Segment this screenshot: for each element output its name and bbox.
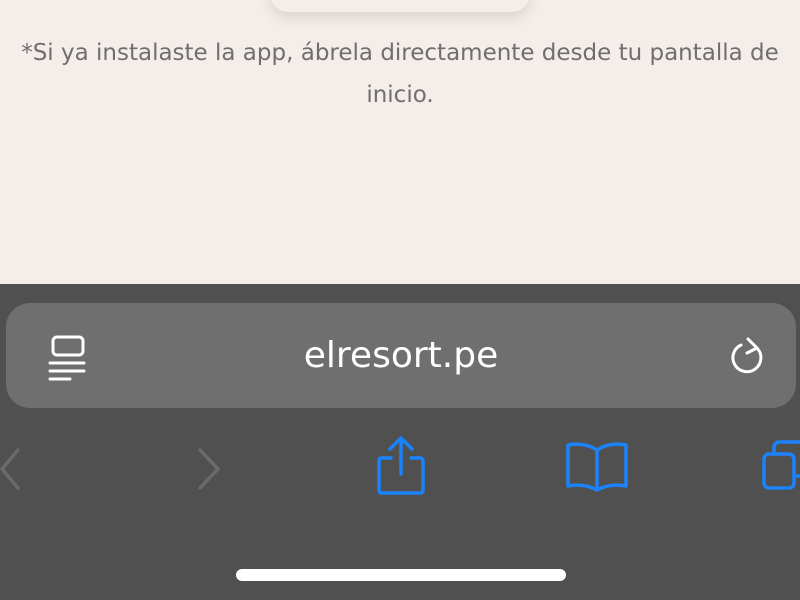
address-bar[interactable]: elresort.pe [6, 303, 796, 408]
reader-mode-icon[interactable] [48, 333, 88, 383]
chevron-right-icon[interactable] [192, 446, 226, 492]
screen: *Si ya instalaste la app, ábrela directa… [0, 0, 800, 600]
chevron-left-icon[interactable] [0, 446, 30, 492]
floating-card-edge [270, 0, 530, 12]
reload-icon[interactable] [724, 333, 774, 383]
browser-toolbar: elresort.pe [0, 284, 800, 600]
install-note-text: *Si ya instalaste la app, ábrela directa… [21, 40, 779, 108]
url-text[interactable]: elresort.pe [156, 335, 646, 377]
tabs-icon[interactable] [760, 438, 800, 496]
share-icon[interactable] [374, 434, 428, 498]
bookmarks-book-icon[interactable] [564, 440, 630, 494]
web-content: *Si ya instalaste la app, ábrela directa… [0, 0, 800, 284]
home-indicator[interactable] [236, 569, 566, 581]
